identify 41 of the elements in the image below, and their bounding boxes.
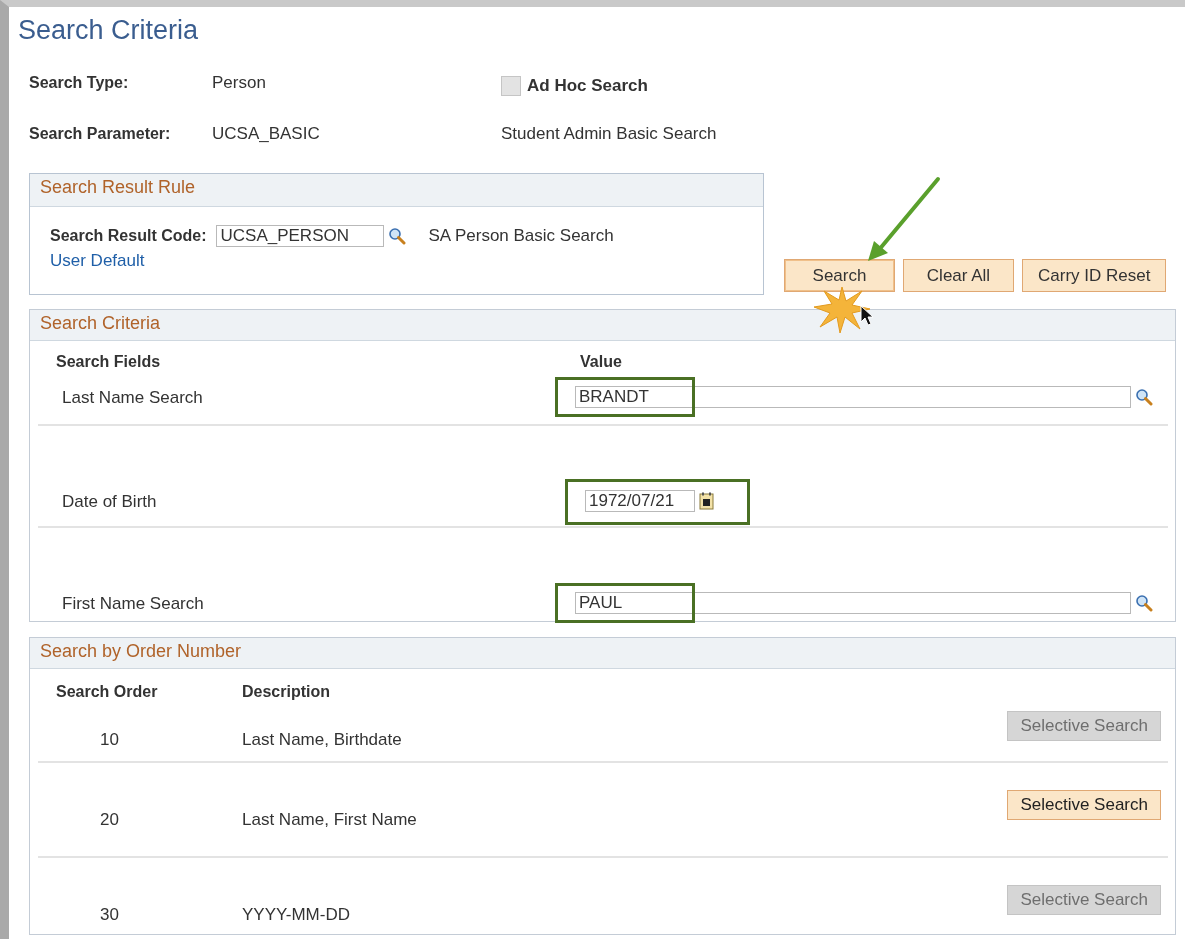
field-description: Student Admin Basic Search	[501, 124, 717, 144]
field-label: First Name Search	[62, 594, 205, 614]
page-title: Search Criteria	[18, 15, 200, 46]
field-label: Date of Birth	[62, 492, 158, 512]
checkbox[interactable]	[501, 76, 521, 96]
column-header: Search Order	[56, 683, 159, 701]
order-description: Last Name, First Name	[242, 809, 418, 830]
click-burst-drawing	[812, 285, 872, 335]
column-header: Description	[242, 683, 330, 701]
input-field[interactable]: PAUL	[575, 592, 1131, 614]
order-number: 20	[99, 809, 120, 830]
panel-header: Search by Order Number	[30, 638, 1175, 669]
field-value: UCSA_BASIC	[212, 124, 321, 144]
panel-header: Search Criteria	[30, 310, 1175, 341]
calendar-icon[interactable]	[699, 492, 715, 510]
order-number: 10	[99, 730, 120, 750]
column-header: Value	[580, 353, 622, 371]
date-field[interactable]: 1972/07/21	[585, 490, 695, 512]
column-header: Search Fields	[56, 353, 162, 371]
selective-search-button[interactable]: Selective Search	[1007, 789, 1161, 820]
cursor-icon	[860, 305, 874, 327]
search-icon[interactable]	[1135, 388, 1153, 406]
field-label: Search Parameter:	[29, 125, 172, 143]
order-description: Last Name, Birthdate	[242, 730, 403, 750]
panel-header: Search Result Rule	[30, 174, 763, 207]
action-button[interactable]: Clear All	[903, 259, 1014, 292]
field-description: SA Person Basic Search	[428, 226, 614, 246]
order-description: YYYY-MM-DD	[242, 904, 351, 925]
search-icon[interactable]	[388, 227, 407, 245]
action-button[interactable]: Carry ID Reset	[1022, 259, 1167, 292]
search-icon[interactable]	[1135, 594, 1153, 612]
action-button[interactable]: Search	[784, 259, 895, 292]
input-field[interactable]: UCSA_PERSON	[216, 225, 385, 247]
order-number: 30	[99, 904, 120, 925]
user-default-link[interactable]: User Default	[50, 251, 145, 271]
field-label: Search Type:	[29, 74, 130, 92]
field-value: Person	[212, 73, 267, 93]
field-label: Last Name Search	[62, 388, 204, 408]
checkbox-label: Ad Hoc Search	[527, 76, 648, 96]
input-field[interactable]: BRANDT	[575, 386, 1131, 408]
field-label: Search Result Code:	[50, 227, 207, 245]
